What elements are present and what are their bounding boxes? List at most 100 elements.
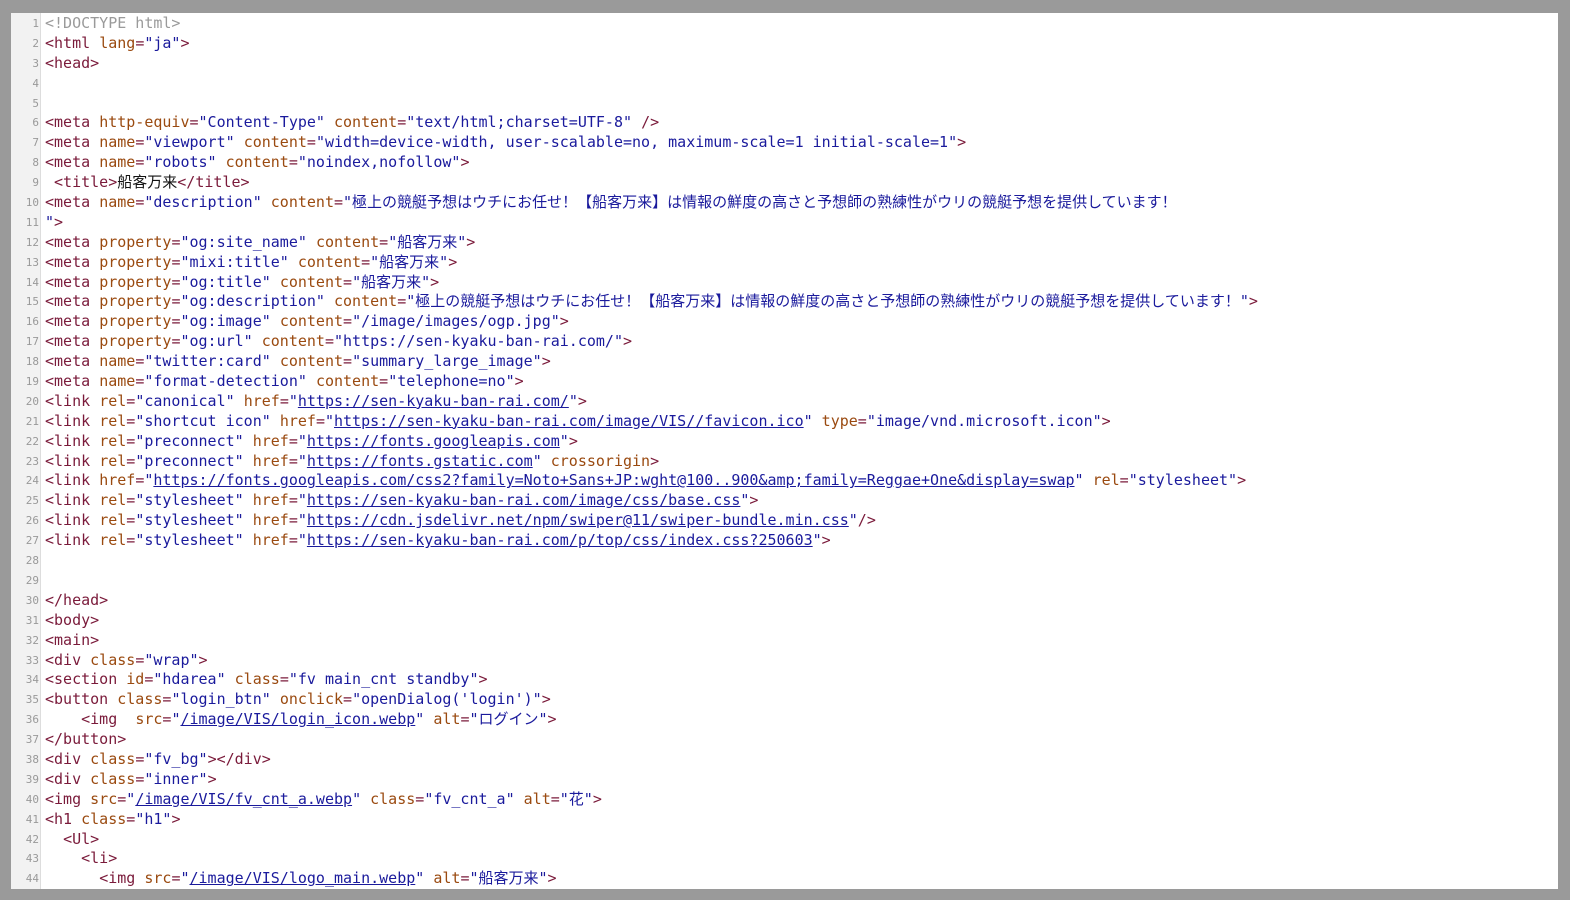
code-token: <main> xyxy=(45,630,100,649)
code-token: > xyxy=(541,352,551,371)
source-link[interactable]: /image/VIS/fv_cnt_a.webp xyxy=(135,790,352,808)
code-token: "fv_cnt_a" xyxy=(424,789,515,808)
line-code: <meta name="format-detection" content="t… xyxy=(45,372,524,392)
line-number: 14 xyxy=(25,275,39,289)
line-code: <link href="https://fonts.googleapis.com… xyxy=(45,471,1246,491)
line-code: <link rel="stylesheet" href="https://cdn… xyxy=(45,511,876,531)
code-token: "wrap" xyxy=(144,650,199,669)
code-token: href xyxy=(279,411,316,430)
source-link[interactable]: https://fonts.gstatic.com xyxy=(307,452,533,470)
line-code: <link rel="shortcut icon" href="https://… xyxy=(45,412,1111,432)
code-token: property xyxy=(99,272,172,291)
code-token: <html xyxy=(45,33,100,52)
source-link[interactable]: https://sen-kyaku-ban-rai.com/ xyxy=(298,392,569,410)
source-link[interactable]: https://fonts.googleapis.com/css2?family… xyxy=(153,471,1074,489)
source-line: 40 <img src="/image/VIS/fv_cnt_a.webp" cl… xyxy=(11,790,1558,810)
code-token: <meta xyxy=(45,332,100,351)
source-link[interactable]: https://sen-kyaku-ban-rai.com/p/top/css/… xyxy=(307,531,813,549)
code-token: > xyxy=(957,133,967,152)
source-viewer[interactable]: 1 <!DOCTYPE html> 2 <html lang="ja"> 3 <head>… xyxy=(11,13,1558,889)
code-token: <section xyxy=(45,670,127,689)
code-token: " xyxy=(288,391,298,410)
code-token: src xyxy=(144,869,172,888)
code-token: <img xyxy=(99,869,145,888)
source-line: 1 <!DOCTYPE html> xyxy=(11,14,1558,34)
source-link[interactable]: https://fonts.googleapis.com xyxy=(307,432,560,450)
source-line: 21 <link rel="shortcut icon" href="https:… xyxy=(11,412,1558,432)
source-line: 28 xyxy=(11,551,1558,571)
code-token: = xyxy=(397,113,407,132)
code-token: > xyxy=(1248,292,1258,311)
line-number: 10 xyxy=(25,196,39,210)
code-token: "preconnect" xyxy=(135,451,244,470)
code-token: = xyxy=(343,352,353,371)
code-token: = xyxy=(135,372,145,391)
line-code: <meta name="viewport" content="width=dev… xyxy=(45,133,966,153)
code-token: class xyxy=(90,769,136,788)
code-token: > xyxy=(541,690,551,709)
code-token: = xyxy=(279,391,289,410)
code-token: > xyxy=(1237,471,1247,490)
source-link[interactable]: /image/VIS/logo_main.webp xyxy=(190,869,416,887)
code-token: " xyxy=(297,431,307,450)
code-token: = xyxy=(135,133,145,152)
source-link[interactable]: https://sen-kyaku-ban-rai.com/image/css/… xyxy=(307,491,740,509)
source-link[interactable]: https://cdn.jsdelivr.net/npm/swiper@11/s… xyxy=(307,511,849,529)
code-token: = xyxy=(135,153,145,172)
source-line: 36 <img src="/image/VIS/login_icon.webp"… xyxy=(11,710,1558,730)
source-line: 24 <link href="https://fonts.googleapis.c… xyxy=(11,471,1558,491)
code-token: > xyxy=(749,491,759,510)
line-number: 1 xyxy=(32,17,39,30)
line-number: 8 xyxy=(32,156,39,170)
line-number: 35 xyxy=(25,693,39,707)
code-token: content xyxy=(315,232,380,251)
code-token: " xyxy=(848,511,858,530)
line-number: 11 xyxy=(25,215,39,229)
code-token: "og:url" xyxy=(180,332,253,351)
code-token: "summary_large_image" xyxy=(352,352,542,371)
code-token: </button> xyxy=(45,730,127,749)
code-token: class xyxy=(81,809,127,828)
code-token: "noindex,nofollow" xyxy=(297,153,461,172)
code-token: type xyxy=(821,411,858,430)
code-token: property xyxy=(99,332,172,351)
line-code: <div class="wrap"> xyxy=(45,651,208,671)
source-link[interactable]: /image/VIS/login_icon.webp xyxy=(180,710,415,728)
line-code: <div class="fv_bg"></div> xyxy=(45,750,271,770)
code-token: "openDialog('login')" xyxy=(352,690,542,709)
code-token: " xyxy=(352,789,362,808)
code-token: alt xyxy=(433,710,461,729)
code-token: = xyxy=(379,232,389,251)
source-line: 35 <button class="login_btn" onclick="ope… xyxy=(11,690,1558,710)
code-token: href xyxy=(252,431,289,450)
line-code: <meta property="og:url" content="https:/… xyxy=(45,332,632,352)
code-token: > xyxy=(448,252,458,271)
code-token: name xyxy=(99,133,136,152)
line-number: 2 xyxy=(32,36,39,50)
code-token: property xyxy=(99,252,172,271)
line-number: 9 xyxy=(32,176,39,190)
code-token: = xyxy=(315,411,325,430)
code-token: = xyxy=(126,431,136,450)
code-token: "h1" xyxy=(135,809,172,828)
code-token: src xyxy=(135,710,163,729)
code-token: " xyxy=(297,511,307,530)
code-token: <link xyxy=(45,491,100,510)
line-number: 15 xyxy=(25,295,39,309)
code-token: "mixi:title" xyxy=(180,252,289,271)
line-code: <meta property="og:title" content="船客万来"… xyxy=(45,273,439,293)
source-link[interactable]: https://sen-kyaku-ban-rai.com/image/VIS/… xyxy=(334,412,804,430)
code-token: > xyxy=(559,312,569,331)
code-token: " xyxy=(297,451,307,470)
code-token: = xyxy=(288,491,298,510)
code-token: <link xyxy=(45,431,100,450)
code-token: "Content-Type" xyxy=(198,113,325,132)
source-code[interactable]: 1 <!DOCTYPE html> 2 <html lang="ja"> 3 <head>… xyxy=(11,13,1558,889)
line-number: 25 xyxy=(25,494,39,508)
